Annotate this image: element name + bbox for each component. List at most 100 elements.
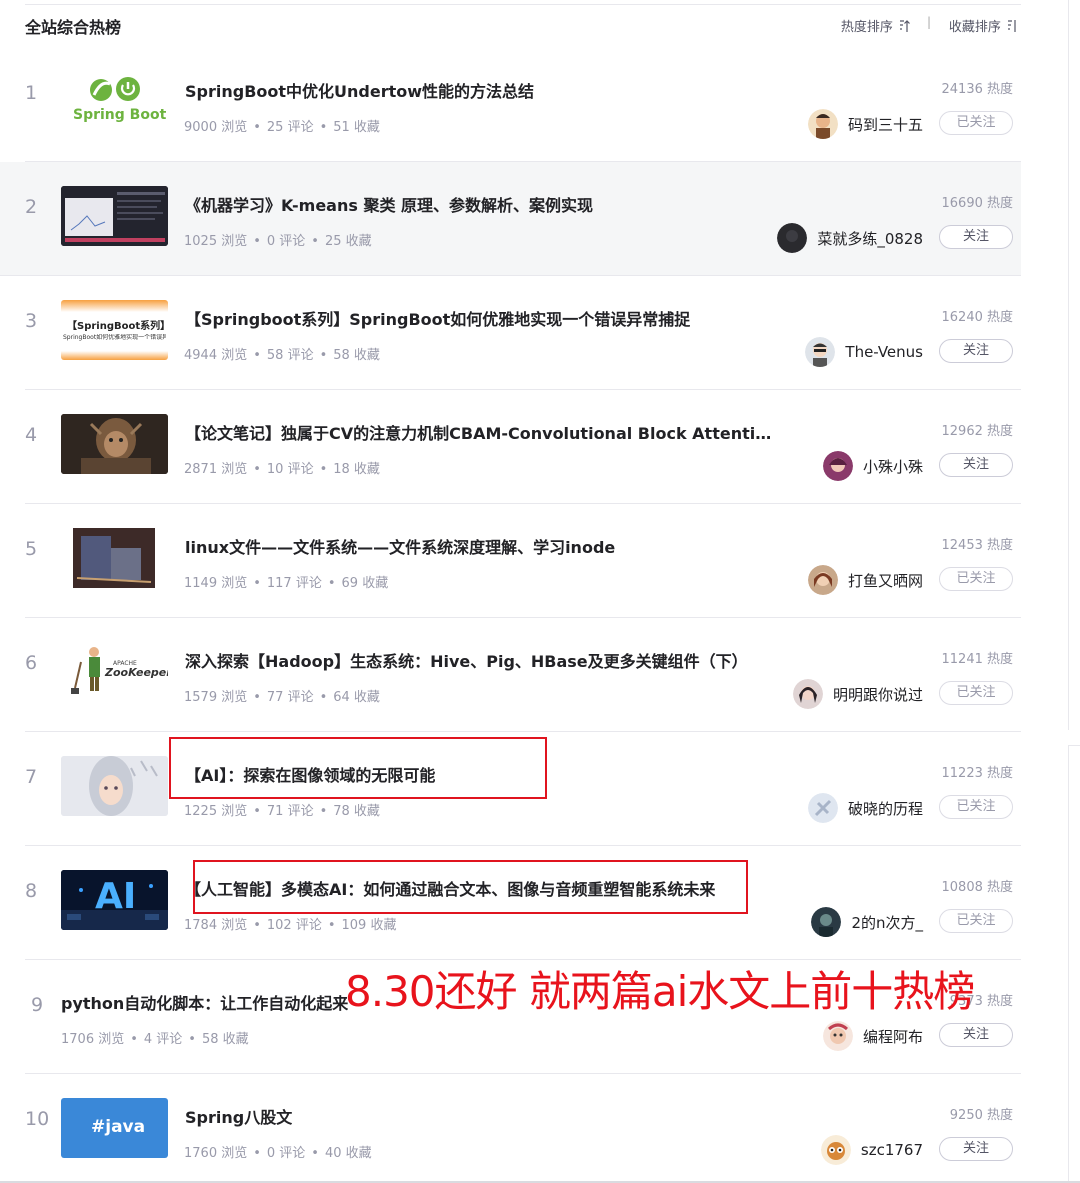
avatar[interactable] <box>807 565 838 595</box>
author-name[interactable]: 打鱼又晒网 <box>848 570 923 591</box>
avatar[interactable] <box>822 1021 853 1051</box>
author-link[interactable]: 小殊小殊 <box>822 451 923 481</box>
article-title-link[interactable]: 《机器学习》K-means 聚类 原理、参数解析、案例实现 <box>185 192 593 216</box>
article-thumbnail[interactable]: 【SpringBoot系列】 SpringBoot如何优雅地实现一个错误异常捕捉 <box>61 300 168 360</box>
article-stats: 1784 浏览 • 102 评论 • 109 收藏 <box>184 918 397 933</box>
list-item[interactable]: 6 APACHE ZooKeeper 深入探索【Hadoop】生态系统：Hive… <box>25 618 1021 732</box>
avatar[interactable] <box>807 793 838 823</box>
comment-count: 77 评论 <box>266 690 314 705</box>
author-name[interactable]: 码到三十五 <box>848 114 923 135</box>
sort-by-heat-label: 热度排序 <box>840 20 893 35</box>
java-tag-text: #java <box>91 1117 146 1137</box>
author-link[interactable]: 破晓的历程 <box>807 793 923 823</box>
comment-count: 117 评论 <box>266 576 322 591</box>
follow-button[interactable]: 关注 <box>939 225 1013 249</box>
article-title-link[interactable]: 【Springboot系列】SpringBoot如何优雅地实现一个错误异常捕捉 <box>185 306 690 330</box>
article-thumbnail[interactable]: #java <box>61 1098 168 1158</box>
rank-number: 9 <box>31 994 44 1016</box>
favorite-count: 69 收藏 <box>341 576 389 591</box>
list-item[interactable]: 3 【SpringBoot系列】 SpringBoot如何优雅地实现一个错误异常… <box>25 276 1021 390</box>
author-name[interactable]: szc1767 <box>861 1141 923 1159</box>
follow-button[interactable]: 关注 <box>939 339 1013 363</box>
avatar[interactable] <box>820 1135 851 1165</box>
thumbnail-heading-text: 【SpringBoot系列】 <box>67 321 168 332</box>
author-name[interactable]: The-Venus <box>845 343 923 361</box>
author-link[interactable]: 菜就多练_0828 <box>777 223 923 253</box>
article-stats: 1760 浏览 • 0 评论 • 40 收藏 <box>184 1146 372 1161</box>
view-count: 1706 浏览 <box>61 1032 125 1047</box>
article-title-link[interactable]: SpringBoot中优化Undertow性能的方法总结 <box>185 78 534 102</box>
author-link[interactable]: 2的n次方_ <box>811 907 923 937</box>
rank-number: 7 <box>25 766 38 788</box>
heat-score: 16690 热度 <box>941 196 1014 211</box>
sort-arrows-icon <box>900 20 910 32</box>
right-panel-edge-lower <box>1068 745 1080 1183</box>
author-link[interactable]: 码到三十五 <box>807 109 923 139</box>
article-title-link[interactable]: 【论文笔记】独属于CV的注意力机制CBAM-Convolutional Bloc… <box>185 420 775 444</box>
avatar[interactable] <box>822 451 853 481</box>
favorite-count: 78 收藏 <box>333 804 380 819</box>
highlight-box-ai-article <box>169 737 547 799</box>
article-thumbnail[interactable] <box>61 186 168 246</box>
author-link[interactable]: The-Venus <box>805 337 923 367</box>
article-thumbnail[interactable]: Spring Boot <box>61 72 168 132</box>
author-name[interactable]: 破晓的历程 <box>848 798 923 819</box>
comment-count: 71 评论 <box>266 804 314 819</box>
comment-count: 0 评论 <box>266 1146 306 1161</box>
rank-number: 8 <box>25 880 38 902</box>
rank-number: 5 <box>25 538 38 560</box>
rank-number: 3 <box>25 310 38 332</box>
favorite-count: 58 收藏 <box>333 348 380 363</box>
view-count: 1579 浏览 <box>184 690 248 705</box>
list-item[interactable]: 4 【论文笔记】独属于CV的注意力机制CBAM-Convolutional Bl… <box>25 390 1021 504</box>
list-item[interactable]: 5 linux文件——文件系统——文件系统深度理解、学习inode 1149 浏… <box>25 504 1021 618</box>
article-thumbnail[interactable] <box>61 414 168 474</box>
list-item[interactable]: 10 #java Spring八股文 1760 浏览 • 0 评论 • 40 收藏 92… <box>25 1074 1021 1183</box>
follow-button[interactable]: 已关注 <box>939 111 1013 135</box>
sort-separator: | <box>926 15 931 29</box>
follow-button[interactable]: 已关注 <box>939 567 1013 591</box>
right-panel-edge <box>1068 0 1080 730</box>
author-name[interactable]: 2的n次方_ <box>851 912 923 933</box>
list-item[interactable]: 2 《机器学习》K-means 聚类 原理、参数解析、案例实现 1025 浏览 •… <box>0 162 1021 276</box>
author-link[interactable]: 编程阿布 <box>822 1021 923 1051</box>
author-link[interactable]: 明明跟你说过 <box>792 679 923 709</box>
sort-by-favorites-button[interactable]: 收藏排序 <box>949 16 1017 35</box>
favorite-count: 58 收藏 <box>201 1032 249 1047</box>
follow-button[interactable]: 关注 <box>939 1023 1013 1047</box>
article-title-link[interactable]: linux文件——文件系统——文件系统深度理解、学习inode <box>185 534 615 558</box>
author-link[interactable]: 打鱼又晒网 <box>807 565 923 595</box>
follow-button[interactable]: 关注 <box>939 453 1013 477</box>
article-thumbnail[interactable] <box>61 528 168 588</box>
avatar[interactable] <box>792 679 823 709</box>
avatar[interactable] <box>805 337 836 367</box>
author-name[interactable]: 明明跟你说过 <box>833 684 923 705</box>
sort-by-heat-button[interactable]: 热度排序 <box>841 16 911 35</box>
article-title-link[interactable]: 深入探索【Hadoop】生态系统：Hive、Pig、HBase及更多关键组件（下… <box>185 648 748 672</box>
follow-button[interactable]: 关注 <box>939 1137 1013 1161</box>
article-title-link[interactable]: Spring八股文 <box>185 1104 292 1128</box>
follow-button[interactable]: 已关注 <box>939 909 1013 933</box>
article-stats: 1579 浏览 • 77 评论 • 64 收藏 <box>184 690 380 705</box>
avatar[interactable] <box>807 109 838 139</box>
article-title-link[interactable]: python自动化脚本：让工作自动化起来 <box>61 990 348 1014</box>
follow-button[interactable]: 已关注 <box>939 795 1013 819</box>
rank-number: 4 <box>25 424 38 446</box>
author-link[interactable]: szc1767 <box>820 1135 923 1165</box>
follow-button[interactable]: 已关注 <box>939 681 1013 705</box>
author-name[interactable]: 菜就多练_0828 <box>817 228 923 249</box>
avatar[interactable] <box>777 223 808 253</box>
list-item[interactable]: 1 Spring Boot SpringBoot中优化Undertow性能的方法… <box>25 48 1021 162</box>
article-stats: 2871 浏览 • 10 评论 • 18 收藏 <box>184 462 380 477</box>
article-thumbnail[interactable]: AI <box>61 870 168 930</box>
view-count: 1149 浏览 <box>184 576 248 591</box>
article-thumbnail[interactable]: APACHE ZooKeeper <box>61 642 168 702</box>
ranking-header: 全站综合热榜 热度排序 | 收藏排序 <box>25 14 1021 38</box>
heat-score: 10808 热度 <box>941 880 1014 895</box>
view-count: 4944 浏览 <box>184 348 248 363</box>
article-thumbnail[interactable] <box>61 756 168 816</box>
author-name[interactable]: 小殊小殊 <box>863 456 923 477</box>
article-stats: 1706 浏览 • 4 评论 • 58 收藏 <box>61 1032 249 1047</box>
avatar[interactable] <box>811 907 842 937</box>
author-name[interactable]: 编程阿布 <box>863 1026 923 1047</box>
